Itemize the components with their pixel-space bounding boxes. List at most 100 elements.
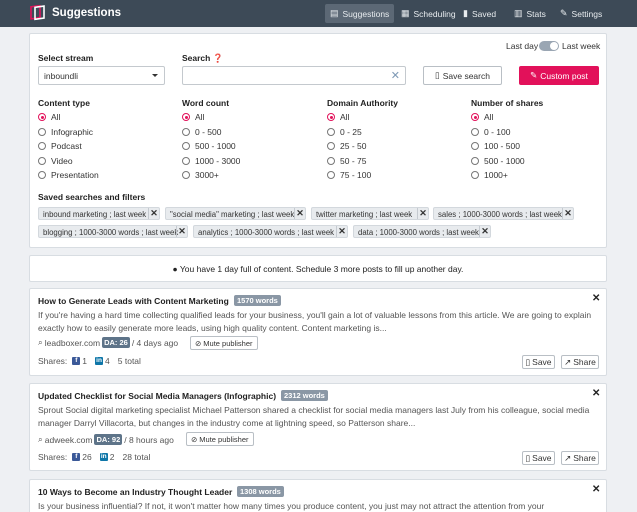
tag-label: sales ; 1000-3000 words ; last week xyxy=(438,209,562,219)
word-count-badge: 2312 words xyxy=(281,390,328,401)
domain-authority-badge: DA: 92 xyxy=(94,434,123,445)
option-label: 25 - 50 xyxy=(340,141,367,151)
radio-button[interactable] xyxy=(471,156,479,165)
article-title[interactable]: Updated Checklist for Social Media Manag… xyxy=(38,391,276,401)
saved-search-tag[interactable]: twitter marketing ; last week ✕ xyxy=(311,207,429,220)
radio-button[interactable] xyxy=(471,142,479,150)
word-count-option[interactable]: All xyxy=(182,112,204,122)
remove-tag-icon[interactable]: ✕ xyxy=(294,208,305,219)
word-count-option[interactable]: 0 - 500 xyxy=(182,127,221,137)
article-excerpt: Is your business influential? If not, it… xyxy=(38,501,545,511)
domain-authority-option[interactable]: All xyxy=(327,112,349,122)
domain-authority-option[interactable]: 25 - 50 xyxy=(327,141,366,151)
radio-button[interactable] xyxy=(38,127,46,136)
article-domain[interactable]: adweek.com xyxy=(45,435,93,445)
radio-button[interactable] xyxy=(182,156,190,165)
article-title[interactable]: How to Generate Leads with Content Marke… xyxy=(38,296,229,306)
word-count-option[interactable]: 500 - 1000 xyxy=(182,141,236,151)
article-domain[interactable]: leadboxer.com xyxy=(45,338,100,348)
saved-search-tag[interactable]: sales ; 1000-3000 words ; last week ✕ xyxy=(433,207,574,220)
radio-button[interactable] xyxy=(38,113,46,121)
save-search-button[interactable]: ▯ Save search xyxy=(423,66,502,85)
shares-option[interactable]: 1000+ xyxy=(471,170,508,180)
domain-authority-option[interactable]: 50 - 75 xyxy=(327,156,366,166)
shares-option[interactable]: 100 - 500 xyxy=(471,141,520,151)
share-icon: ↗ xyxy=(564,452,572,463)
search-label: Search ❓ xyxy=(182,53,223,64)
remove-tag-icon[interactable]: ✕ xyxy=(176,226,187,237)
shares-option[interactable]: 0 - 100 xyxy=(471,127,510,137)
dismiss-icon[interactable]: ✕ xyxy=(592,293,600,304)
dismiss-icon[interactable]: ✕ xyxy=(592,388,600,399)
saved-search-tag[interactable]: "social media" marketing ; last week ✕ xyxy=(165,207,306,220)
save-button[interactable]: ▯ Save xyxy=(522,451,555,465)
radio-button[interactable] xyxy=(327,156,335,165)
chevron-down-icon xyxy=(152,74,158,77)
dismiss-icon[interactable]: ✕ xyxy=(592,484,600,495)
shares-option[interactable]: All xyxy=(471,112,493,122)
facebook-icon: f xyxy=(72,453,81,461)
block-icon: ⊘ xyxy=(195,338,202,348)
radio-button[interactable] xyxy=(471,113,479,121)
remove-tag-icon[interactable]: ✕ xyxy=(336,226,347,237)
word-count-option[interactable]: 1000 - 3000 xyxy=(182,156,240,166)
radio-button[interactable] xyxy=(327,113,335,121)
radio-button[interactable] xyxy=(182,171,190,179)
tag-label: blogging ; 1000-3000 words ; last week xyxy=(43,227,179,237)
share-button[interactable]: ↗ Share xyxy=(561,355,599,369)
radio-button[interactable] xyxy=(38,142,46,150)
shares-option[interactable]: 500 - 1000 xyxy=(471,156,525,166)
nav-stats[interactable]: ▥ Stats xyxy=(509,4,551,23)
radio-button[interactable] xyxy=(327,142,335,150)
custom-post-button[interactable]: ✎ Custom post xyxy=(519,66,599,85)
content-type-option[interactable]: Video xyxy=(38,156,73,166)
search-input[interactable]: ✕ xyxy=(182,66,406,85)
shares-label: Shares: xyxy=(38,356,68,366)
saved-search-tag[interactable]: blogging ; 1000-3000 words ; last week ✕ xyxy=(38,225,188,238)
mute-publisher-button[interactable]: ⊘ Mute publisher xyxy=(186,432,254,446)
content-type-option[interactable]: Presentation xyxy=(38,170,99,180)
domain-authority-option[interactable]: 75 - 100 xyxy=(327,170,371,180)
mute-publisher-button[interactable]: ⊘ Mute publisher xyxy=(190,336,258,350)
article-title[interactable]: 10 Ways to Become an Industry Thought Le… xyxy=(38,487,232,497)
nav-suggestions[interactable]: ▤ Suggestions xyxy=(325,4,394,23)
search-label-text: Search xyxy=(182,53,211,63)
saved-search-tag[interactable]: inbound marketing ; last week ✕ xyxy=(38,207,160,220)
saved-search-tag[interactable]: analytics ; 1000-3000 words ; last week ✕ xyxy=(193,225,348,238)
radio-button[interactable] xyxy=(182,113,190,121)
option-label: 75 - 100 xyxy=(340,170,372,180)
nav-saved[interactable]: ▮ Saved xyxy=(458,4,501,23)
remove-tag-icon[interactable]: ✕ xyxy=(148,208,159,219)
word-count-badge: 1308 words xyxy=(237,486,284,497)
domain-authority-option[interactable]: 0 - 25 xyxy=(327,127,362,137)
save-button[interactable]: ▯ Save xyxy=(522,355,555,369)
top-navigation-bar: Suggestions ▤ Suggestions ▦ Scheduling ▮ Sa… xyxy=(0,0,637,27)
content-type-option[interactable]: All xyxy=(38,112,60,122)
remove-tag-icon[interactable]: ✕ xyxy=(479,226,490,237)
radio-button[interactable] xyxy=(327,171,335,179)
stream-select[interactable]: inboundli xyxy=(38,66,165,85)
radio-button[interactable] xyxy=(471,127,479,136)
tag-label: twitter marketing ; last week xyxy=(316,209,413,219)
nav-settings-label: Settings xyxy=(571,8,603,19)
radio-button[interactable] xyxy=(38,171,46,179)
content-type-option[interactable]: Podcast xyxy=(38,141,82,151)
option-label: Presentation xyxy=(51,170,99,180)
clear-search-icon[interactable]: ✕ xyxy=(391,69,400,82)
radio-button[interactable] xyxy=(38,156,46,165)
saved-search-tag[interactable]: data ; 1000-3000 words ; last week ✕ xyxy=(353,225,491,238)
nav-scheduling[interactable]: ▦ Scheduling xyxy=(396,4,461,23)
remove-tag-icon[interactable]: ✕ xyxy=(562,208,573,219)
option-label: All xyxy=(484,112,494,122)
linkedin-icon: in xyxy=(95,357,104,365)
word-count-option[interactable]: 3000+ xyxy=(182,170,219,180)
nav-settings[interactable]: ✎ Settings xyxy=(555,4,607,23)
time-range-toggle[interactable] xyxy=(539,41,559,51)
content-type-option[interactable]: Infographic xyxy=(38,127,93,137)
remove-tag-icon[interactable]: ✕ xyxy=(417,208,428,219)
share-button[interactable]: ↗ Share xyxy=(561,451,599,465)
radio-button[interactable] xyxy=(182,142,190,150)
radio-button[interactable] xyxy=(182,127,190,136)
radio-button[interactable] xyxy=(471,171,479,179)
radio-button[interactable] xyxy=(327,127,335,136)
